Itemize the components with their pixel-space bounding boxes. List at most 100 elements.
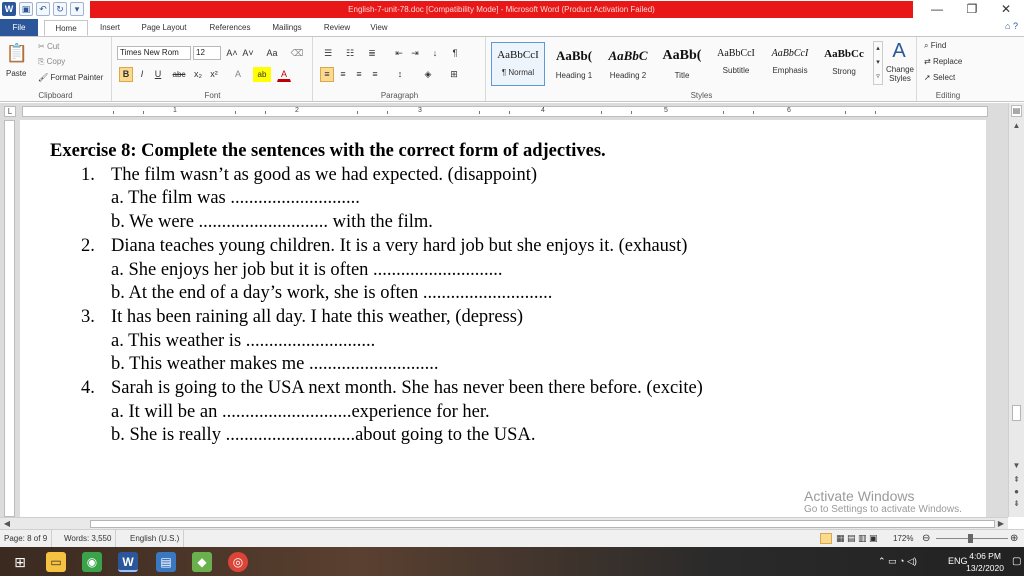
sort-icon[interactable]: ↓: [428, 46, 442, 61]
align-right-button[interactable]: ≡: [352, 67, 366, 82]
taskbar-clock[interactable]: 4:06 PM 13/2/2020: [966, 550, 1004, 574]
redo-icon[interactable]: ↻: [53, 2, 67, 16]
style-emphasis[interactable]: AaBbCcI Emphasis: [763, 42, 817, 86]
shading-icon[interactable]: ◈: [420, 67, 436, 82]
paste-icon[interactable]: 📋: [4, 39, 30, 67]
style-title[interactable]: AaBb(Title: [655, 42, 709, 86]
help-icon[interactable]: ⌂ ?: [1005, 21, 1018, 31]
copy-button[interactable]: ⎘ Copy: [38, 57, 65, 67]
document-body[interactable]: Exercise 8: Complete the sentences with …: [50, 140, 950, 448]
borders-icon[interactable]: ⊞: [446, 67, 462, 82]
tab-selector-icon[interactable]: L: [4, 106, 16, 117]
view-mode-icons[interactable]: ▦ ▤ ▥ ▣: [836, 533, 878, 544]
style-normal[interactable]: AaBbCcI ¶ Normal: [491, 42, 545, 86]
tab-insert[interactable]: Insert: [92, 20, 128, 36]
subscript-button[interactable]: x₂: [191, 67, 205, 82]
print-layout-icon[interactable]: [820, 533, 832, 544]
tab-page-layout[interactable]: Page Layout: [134, 20, 194, 36]
multilevel-list-icon[interactable]: ≣: [364, 46, 380, 61]
horizontal-ruler[interactable]: 1 2 3 4 5 6: [22, 106, 988, 117]
word-app-icon[interactable]: W: [2, 2, 16, 16]
notification-icon[interactable]: ▢: [1012, 547, 1021, 576]
style-heading-1[interactable]: AaBb(Heading 1: [547, 42, 601, 86]
font-name-combo[interactable]: Times New Rom: [117, 46, 191, 60]
vertical-ruler[interactable]: [4, 120, 15, 517]
scroll-right-icon[interactable]: ▶: [996, 519, 1006, 528]
bold-button[interactable]: B: [119, 67, 133, 82]
zoom-out-icon[interactable]: ⊖: [922, 530, 930, 547]
tab-review[interactable]: Review: [318, 20, 356, 36]
style-heading-2[interactable]: AaBbC Heading 2: [601, 42, 655, 86]
replace-button[interactable]: ⇄ Replace: [924, 57, 962, 66]
strikethrough-button[interactable]: abc: [169, 67, 189, 82]
change-styles-icon[interactable]: A: [885, 39, 913, 63]
decrease-indent-icon[interactable]: ⇤: [392, 46, 406, 61]
language-indicator[interactable]: English (U.S.): [126, 530, 185, 547]
previous-page-icon[interactable]: ⇞: [1011, 475, 1022, 484]
style-strong[interactable]: AaBbCc Strong: [817, 42, 871, 86]
increase-indent-icon[interactable]: ⇥: [408, 46, 422, 61]
word-taskbar-icon[interactable]: W: [118, 552, 138, 572]
zoom-slider-thumb[interactable]: [968, 534, 973, 543]
horizontal-scroll-thumb[interactable]: [90, 520, 995, 528]
highlight-button[interactable]: ab: [253, 67, 271, 82]
italic-button[interactable]: I: [135, 67, 149, 82]
font-color-button[interactable]: A: [277, 67, 291, 82]
show-formatting-button[interactable]: ¶: [448, 46, 462, 61]
shrink-font-icon[interactable]: A˅: [241, 46, 255, 61]
numbering-icon[interactable]: ☷: [342, 46, 358, 61]
window-app-icon[interactable]: ▤: [156, 552, 176, 572]
text-effects-icon[interactable]: A: [231, 67, 245, 82]
page-count[interactable]: Page: 8 of 9: [0, 530, 53, 547]
chrome-icon[interactable]: ◎: [228, 552, 248, 572]
vertical-scroll-thumb[interactable]: [1012, 405, 1021, 421]
vertical-scrollbar[interactable]: ▤ ▲ ▼ ⇞ ● ⇟: [1008, 103, 1024, 517]
undo-icon[interactable]: ↶: [36, 2, 50, 16]
grow-font-icon[interactable]: A˄: [225, 46, 239, 61]
underline-button[interactable]: U: [151, 67, 165, 82]
line-spacing-icon[interactable]: ↕: [392, 67, 408, 82]
app-shortcut-icon[interactable]: ◉: [82, 552, 102, 572]
customize-qat-icon[interactable]: ▾: [70, 2, 84, 16]
select-button[interactable]: ➚ Select: [924, 73, 955, 82]
system-tray-icons[interactable]: ⌃ ▭ ◔ ◁): [878, 547, 917, 576]
windows-start-icon[interactable]: ⊞: [10, 552, 30, 572]
clear-formatting-icon[interactable]: ⌫: [289, 46, 305, 61]
change-case-icon[interactable]: Aa: [263, 46, 281, 61]
minimize-button[interactable]: —: [920, 0, 954, 19]
styles-scroll-icon[interactable]: ▴ ▾ ▿: [873, 41, 883, 85]
superscript-button[interactable]: x²: [207, 67, 221, 82]
scroll-up-icon[interactable]: ▲: [1011, 121, 1022, 130]
zoom-level[interactable]: 172%: [893, 530, 913, 547]
scroll-left-icon[interactable]: ◀: [2, 519, 12, 528]
scroll-down-icon[interactable]: ▼: [1011, 461, 1022, 470]
bullets-icon[interactable]: ☰: [320, 46, 336, 61]
zoom-in-icon[interactable]: ⊕: [1010, 530, 1018, 547]
tab-view[interactable]: View: [362, 20, 396, 36]
format-painter-button[interactable]: 🖌 Format Painter: [38, 73, 103, 82]
document-page[interactable]: Exercise 8: Complete the sentences with …: [20, 120, 986, 517]
tab-references[interactable]: References: [202, 20, 258, 36]
style-subtitle[interactable]: AaBbCcI Subtitle: [709, 42, 763, 86]
input-language[interactable]: ENG: [948, 547, 968, 576]
paste-label[interactable]: Paste: [6, 69, 26, 78]
align-center-button[interactable]: ≡: [336, 67, 350, 82]
tab-mailings[interactable]: Mailings: [264, 20, 310, 36]
stack-app-icon[interactable]: ◆: [192, 552, 212, 572]
change-styles-label[interactable]: Change Styles: [884, 65, 916, 83]
horizontal-scrollbar[interactable]: ◀ ▶: [0, 517, 1008, 529]
file-explorer-icon[interactable]: ▭: [46, 552, 66, 572]
cut-button[interactable]: ✂ Cut: [38, 42, 59, 51]
font-size-combo[interactable]: 12: [193, 46, 221, 60]
word-count[interactable]: Words: 3,550: [60, 530, 117, 547]
restore-button[interactable]: ❐: [955, 0, 989, 19]
save-icon[interactable]: ▣: [19, 2, 33, 16]
browse-object-icon[interactable]: ●: [1011, 487, 1022, 496]
tab-home[interactable]: Home: [44, 20, 88, 36]
next-page-icon[interactable]: ⇟: [1011, 499, 1022, 508]
justify-button[interactable]: ≡: [368, 67, 382, 82]
ruler-toggle-icon[interactable]: ▤: [1011, 105, 1022, 117]
close-button[interactable]: ✕: [989, 0, 1023, 19]
align-left-button[interactable]: ≡: [320, 67, 334, 82]
tab-file[interactable]: File: [0, 19, 38, 36]
